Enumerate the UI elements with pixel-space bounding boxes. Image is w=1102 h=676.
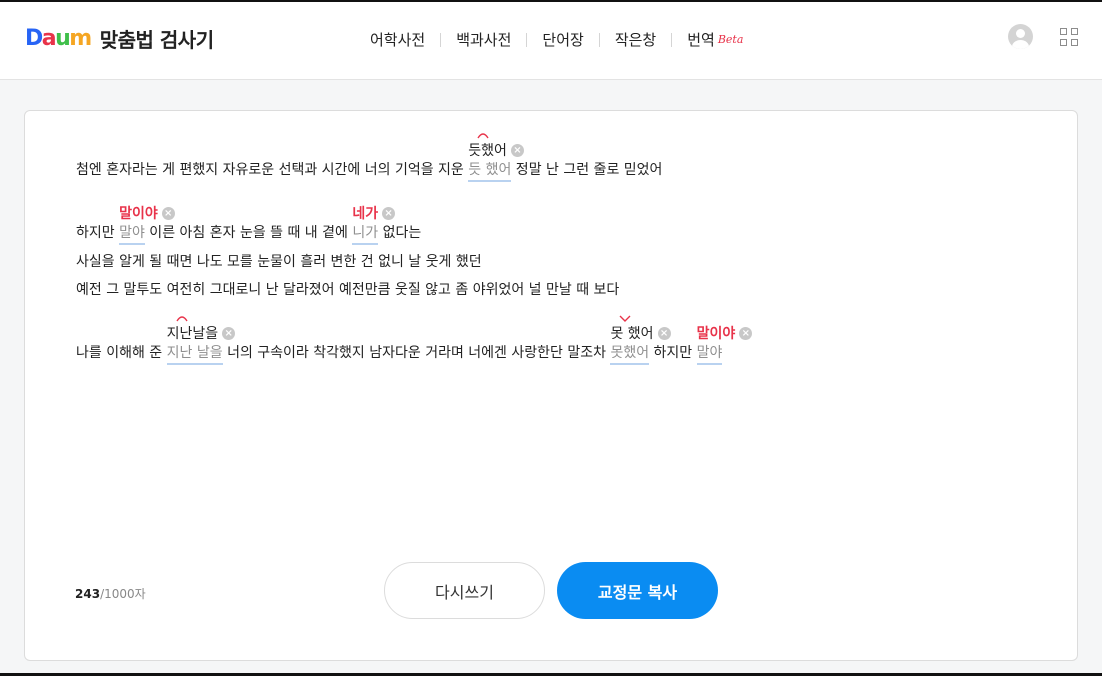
- copy-corrected-button[interactable]: 교정문 복사: [557, 562, 718, 619]
- correction-suggestion[interactable]: 말이야 ×: [119, 203, 175, 223]
- text-segment: 예전 그 말투도 여전히 그대로니 난 달라졌어 예전만큼 웃질 않고 좀 야위…: [76, 282, 620, 298]
- nav-mini-window[interactable]: 작은창: [615, 29, 656, 50]
- correction-suggestion[interactable]: 듯했어 ×: [468, 140, 524, 160]
- correction-suggestion[interactable]: 못 했어 ×: [610, 323, 671, 343]
- suggestion-text: 말이야: [119, 206, 158, 222]
- text-line: 하지만 말야 이른 아침 혼자 눈을 뜰 때 내 곁에 니가 없다는: [76, 222, 422, 245]
- suggestion-text: 못 했어: [610, 326, 654, 342]
- split-mark-icon: [619, 315, 631, 322]
- text-segment: 사실을 알게 될 때면 나도 모를 눈물이 흘러 변한 건 없니 날 웃게 했던: [76, 254, 482, 270]
- nav-divider: [598, 32, 600, 47]
- dismiss-suggestion-icon[interactable]: ×: [222, 326, 236, 340]
- spelling-error-word[interactable]: 말야: [696, 345, 723, 365]
- text-segment: 이른 아침 혼자 눈을 뜰 때 내 곁에: [144, 225, 353, 241]
- nav-divider: [526, 32, 528, 47]
- service-nav: 어학사전 백과사전 단어장 작은창 번역 Beta: [370, 29, 743, 50]
- text-line: 예전 그 말투도 여전히 그대로니 난 달라졌어 예전만큼 웃질 않고 좀 야위…: [76, 279, 619, 299]
- user-avatar-icon[interactable]: [1008, 24, 1033, 49]
- suggestion-text: 지난날을: [166, 326, 219, 342]
- correction-suggestion[interactable]: 지난날을 ×: [167, 323, 236, 343]
- spelling-error-word[interactable]: 지난 날을: [166, 345, 223, 365]
- rewrite-button[interactable]: 다시쓰기: [384, 562, 545, 619]
- result-text-area[interactable]: 첨엔 혼자라는 게 편했지 자유로운 선택과 시간에 너의 기억을 지운 듯 했…: [25, 111, 1077, 660]
- nav-encyclopedia[interactable]: 백과사전: [456, 29, 511, 50]
- top-header: D a u m 맞춤법 검사기 어학사전 백과사전 단어장 작은창 번역 Bet…: [0, 2, 1102, 80]
- app-grid-icon[interactable]: [1060, 28, 1078, 46]
- text-segment: 정말 난 그런 줄로 믿었어: [511, 162, 663, 178]
- char-count-limit: /1000자: [100, 587, 146, 601]
- dismiss-suggestion-icon[interactable]: ×: [739, 326, 753, 340]
- dismiss-suggestion-icon[interactable]: ×: [657, 326, 671, 340]
- join-mark-icon: [477, 133, 489, 139]
- nav-translate[interactable]: 번역 Beta: [687, 29, 743, 50]
- text-line: 첨엔 혼자라는 게 편했지 자유로운 선택과 시간에 너의 기억을 지운 듯 했…: [76, 159, 663, 182]
- nav-translate-label: 번역: [687, 31, 715, 49]
- text-line: 나를 이해해 준 지난 날을 너의 구속이라 착각했지 남자다운 거라며 너에겐…: [76, 342, 723, 365]
- correction-suggestion[interactable]: 네가 ×: [352, 203, 396, 223]
- text-segment: 첨엔 혼자라는 게 편했지 자유로운 선택과 시간에 너의 기억을 지운: [76, 162, 469, 178]
- char-count-value: 243: [75, 587, 101, 601]
- service-title[interactable]: 맞춤법 검사기: [100, 24, 214, 53]
- spelling-error-word[interactable]: 못했어: [610, 345, 650, 365]
- suggestion-text: 네가: [352, 206, 379, 222]
- nav-divider: [671, 32, 673, 47]
- join-mark-icon: [176, 316, 188, 322]
- nav-divider: [440, 32, 442, 47]
- dismiss-suggestion-icon[interactable]: ×: [382, 206, 396, 220]
- text-segment: 하지만: [649, 345, 697, 361]
- beta-badge: Beta: [717, 33, 744, 46]
- logo-letter-a: a: [41, 26, 57, 51]
- spell-check-card: 첨엔 혼자라는 게 편했지 자유로운 선택과 시간에 너의 기억을 지운 듯 했…: [24, 110, 1078, 661]
- nav-dictionary[interactable]: 어학사전: [370, 29, 425, 50]
- logo-letter-u: u: [55, 26, 71, 51]
- suggestion-text: 말이야: [696, 326, 736, 342]
- spelling-error-word[interactable]: 듯 했어: [468, 162, 512, 182]
- daum-logo[interactable]: D a u m 맞춤법 검사기: [25, 24, 214, 53]
- text-segment: 나를 이해해 준: [76, 345, 167, 361]
- logo-letter-d: D: [25, 26, 43, 51]
- dismiss-suggestion-icon[interactable]: ×: [510, 143, 524, 157]
- text-segment: 하지만: [76, 225, 120, 241]
- text-segment: 없다는: [378, 225, 422, 241]
- logo-letter-m: m: [69, 26, 92, 51]
- text-segment: 너의 구속이라 착각했지 남자다운 거라며 너에겐 사랑한단 말조차: [222, 345, 611, 361]
- suggestion-text: 듯했어: [468, 143, 507, 159]
- correction-suggestion[interactable]: 말이야 ×: [697, 323, 753, 343]
- nav-wordbook[interactable]: 단어장: [542, 29, 583, 50]
- daum-wordmark: D a u m: [25, 26, 92, 51]
- text-line: 사실을 알게 될 때면 나도 모를 눈물이 흘러 변한 건 없니 날 웃게 했던: [76, 251, 482, 271]
- spelling-error-word[interactable]: 니가: [352, 225, 379, 245]
- dismiss-suggestion-icon[interactable]: ×: [161, 206, 175, 220]
- spelling-error-word[interactable]: 말야: [119, 225, 145, 245]
- char-counter: 243/1000자: [75, 585, 146, 602]
